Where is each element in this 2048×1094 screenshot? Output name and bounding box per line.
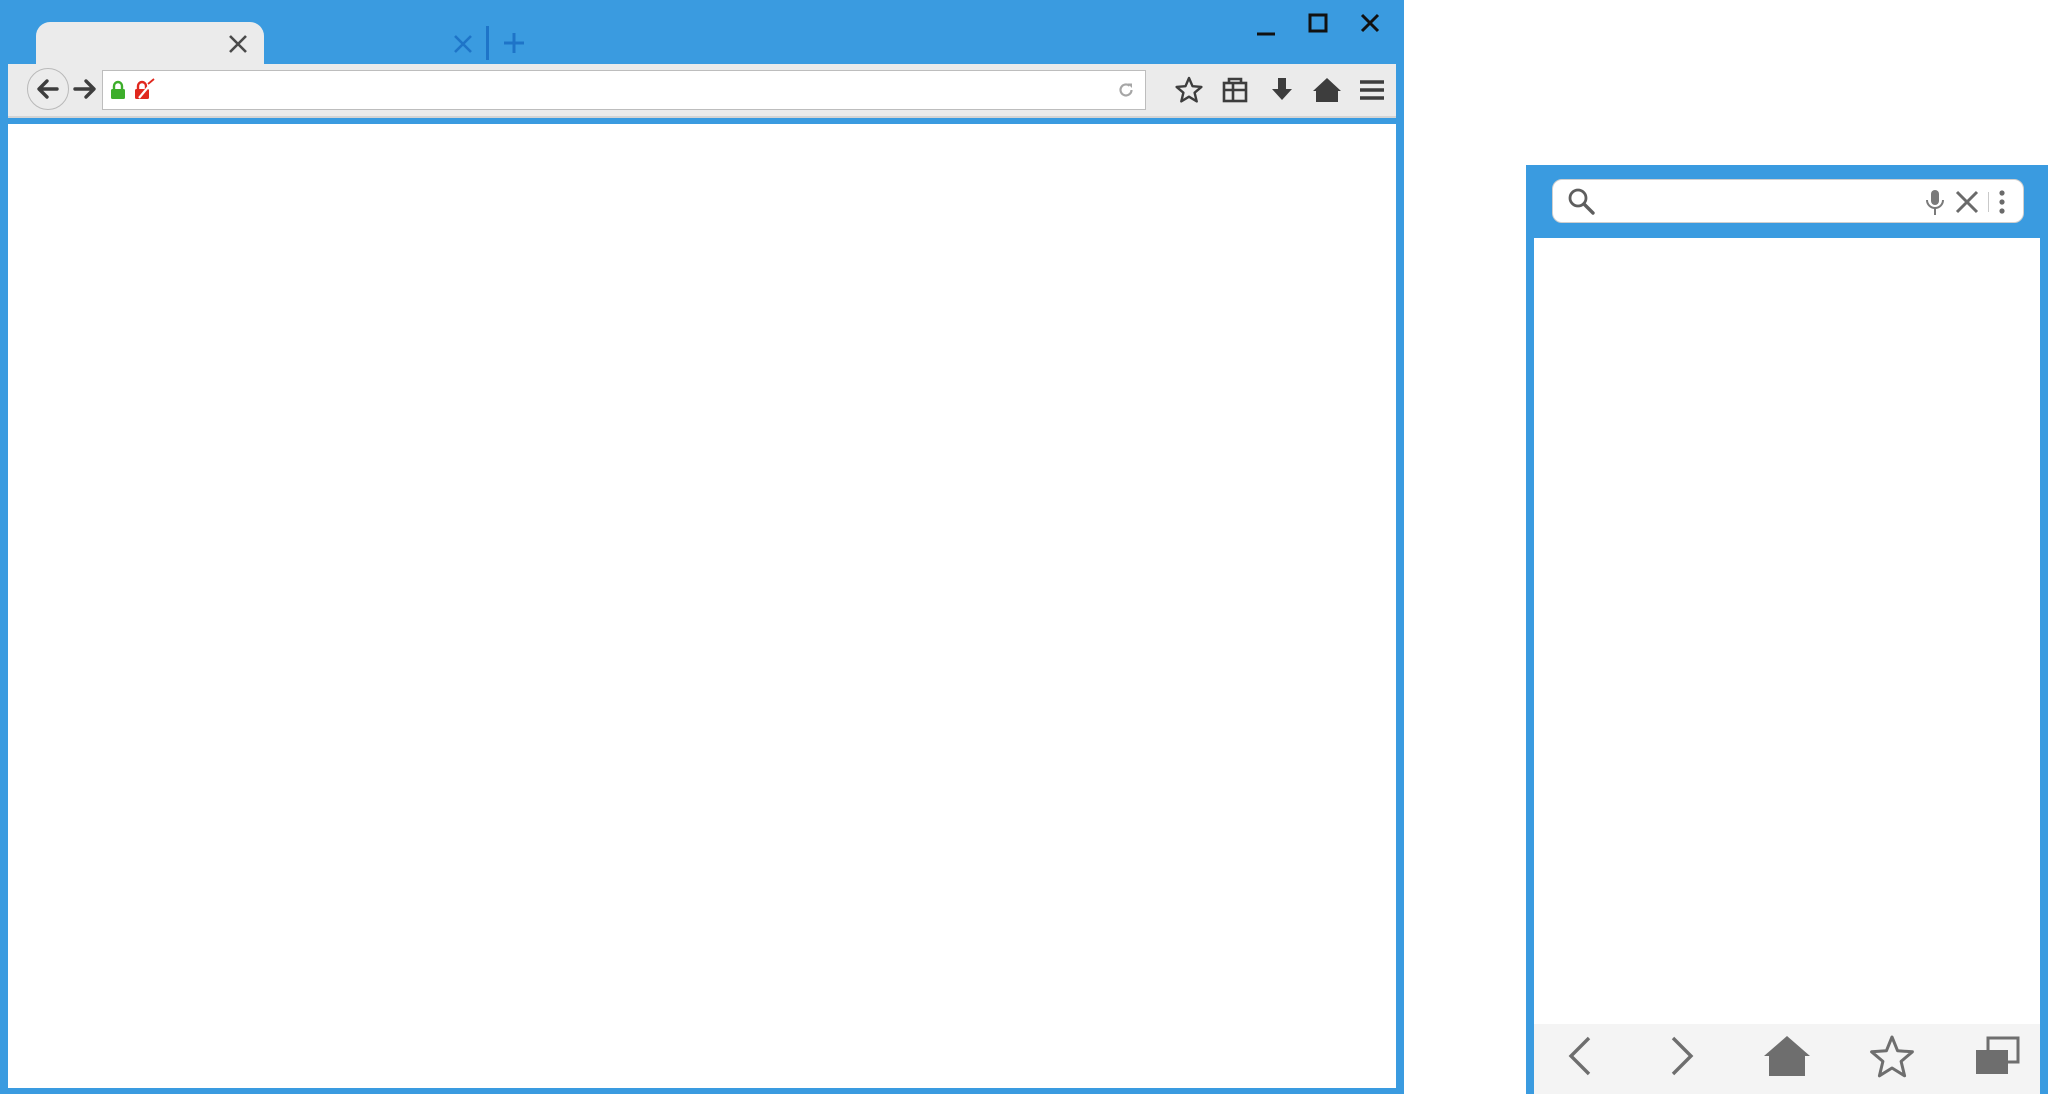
search-divider — [1988, 192, 1989, 212]
page-content-area — [8, 124, 1396, 1088]
search-icon — [1566, 186, 1596, 216]
plus-icon[interactable] — [500, 29, 528, 57]
download-arrow-icon[interactable] — [1267, 75, 1297, 105]
mobile-content-area — [1534, 238, 2040, 1024]
star-outline-icon[interactable] — [1868, 1034, 1916, 1080]
mobile-search-input[interactable] — [1604, 184, 1918, 220]
minimize-icon[interactable] — [1252, 16, 1280, 38]
chevron-right-icon[interactable] — [1665, 1034, 1699, 1078]
lock-icon — [110, 80, 126, 100]
tabs-icon[interactable] — [1972, 1036, 2022, 1078]
star-icon[interactable] — [1174, 75, 1204, 105]
home-icon[interactable] — [1312, 75, 1342, 105]
broken-lock-icon — [133, 78, 155, 100]
window-close-icon[interactable] — [1356, 10, 1384, 38]
chevron-left-icon[interactable] — [1563, 1034, 1597, 1078]
library-icon[interactable] — [1220, 75, 1250, 105]
url-input[interactable] — [160, 74, 1114, 108]
back-button[interactable] — [27, 68, 69, 110]
reload-icon[interactable] — [1117, 81, 1135, 99]
tab-close-icon[interactable] — [225, 31, 251, 57]
maximize-icon[interactable] — [1304, 10, 1332, 38]
hamburger-icon[interactable] — [1357, 76, 1387, 104]
inactive-tab-close-icon[interactable] — [450, 31, 476, 57]
kebab-icon[interactable] — [1996, 188, 2008, 216]
microphone-icon[interactable] — [1924, 188, 1946, 216]
arrow-right-icon[interactable] — [72, 76, 98, 102]
close-icon[interactable] — [1953, 188, 1981, 216]
home-icon[interactable] — [1762, 1034, 1812, 1078]
arrow-left-icon — [37, 79, 59, 99]
tab-divider — [486, 26, 489, 60]
